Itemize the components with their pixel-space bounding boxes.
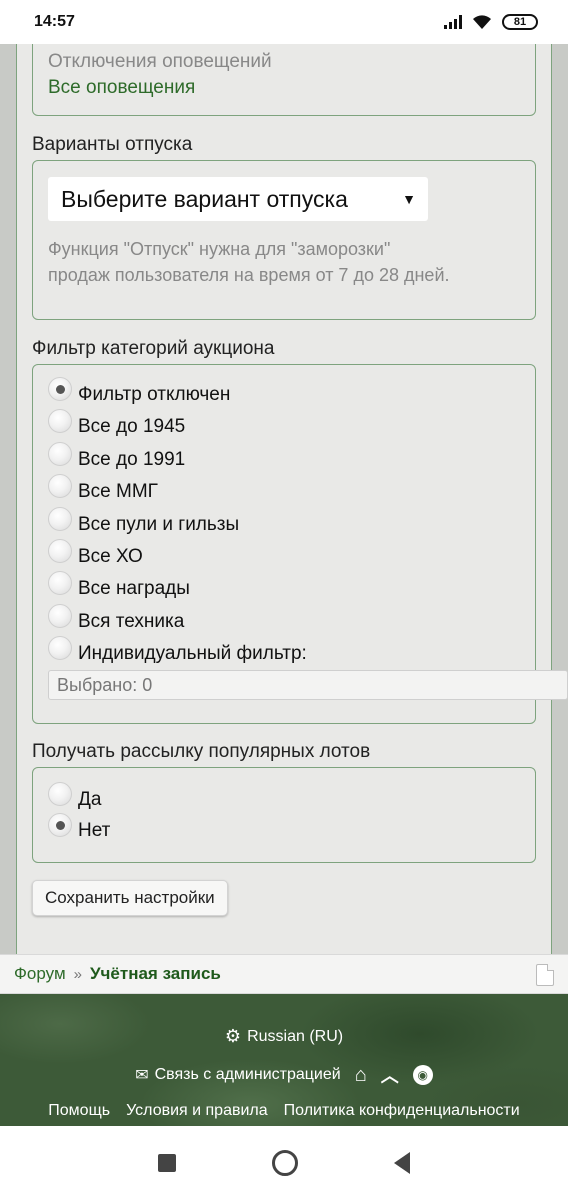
selected-count: Выбрано: 0 [57,674,153,695]
status-time: 14:57 [34,13,75,30]
radio-filter-off[interactable]: Фильтр отключен [48,377,231,406]
radio-button-icon[interactable] [48,539,72,563]
contact-label: Связь с администрацией [154,1066,341,1083]
notifications-fieldset: Отключения оповещений Все оповещения [32,34,536,116]
radio-button-icon[interactable] [48,604,72,628]
radio-button-icon[interactable] [48,636,72,660]
back-icon[interactable] [394,1152,410,1174]
notifications-text: Отключения оповещений [48,51,272,72]
radio-button-icon[interactable] [48,377,72,401]
language-selector[interactable]: ⚙ Russian (RU) [0,1026,568,1047]
rss-icon[interactable]: ◉ [412,1065,433,1085]
settings-page: Отключения оповещений Все оповещения Вар… [0,34,568,982]
radio-label: Все награды [78,578,190,599]
language-label: Russian (RU) [247,1027,344,1045]
vacation-select[interactable]: Выберите вариант отпуска ▼ [48,177,428,221]
radio-button-icon[interactable] [48,409,72,433]
scroll-up-icon[interactable]: ︿ [381,1062,399,1088]
radio-label: Все ХО [78,546,143,567]
privacy-link[interactable]: Политика конфиденциальности [284,1102,520,1120]
page-icon[interactable] [536,964,554,986]
radio-custom-filter[interactable]: Индивидуальный фильтр: [48,636,307,665]
radio-button-icon[interactable] [48,507,72,531]
breadcrumb-forum-link[interactable]: Форум [14,964,66,984]
dropdown-caret-icon: ▼ [402,191,416,207]
radio-vehicles[interactable]: Вся техника [48,604,185,633]
radio-label: Все до 1991 [78,449,186,470]
radio-button-icon[interactable] [48,442,72,466]
footer-bottom-links: Помощь Условия и правила Политика конфид… [0,1102,568,1120]
radio-label: Фильтр отключен [78,384,231,405]
home-icon[interactable]: ⌂ [355,1064,367,1087]
custom-filter-selected-box[interactable]: Выбрано: 0 [48,670,568,700]
home-button-icon[interactable] [272,1150,298,1176]
battery-icon: 81 [502,14,538,30]
battery-level: 81 [513,16,527,28]
breadcrumb-current[interactable]: Учётная запись [90,964,221,984]
save-settings-button[interactable]: Сохранить настройки [32,880,228,916]
system-nav-bar [0,1126,568,1200]
site-footer: ⚙ Russian (RU) ✉ Связь с администрацией … [0,994,568,1126]
help-link[interactable]: Помощь [48,1102,110,1120]
radio-label: Да [78,789,102,810]
newsletter-legend: Получать рассылку популярных лотов [32,741,371,762]
breadcrumb: Форум » Учётная запись [0,954,568,994]
terms-link[interactable]: Условия и правила [126,1102,268,1120]
envelope-icon: ✉ [135,1067,149,1084]
radio-label: Вся техника [78,611,185,632]
radio-label: Все до 1945 [78,416,186,437]
contact-link[interactable]: ✉ Связь с администрацией [135,1065,341,1085]
vacation-hint-line2: продаж пользователя на время от 7 до 28 … [48,265,450,285]
newsletter-fieldset [32,767,536,863]
radio-awards[interactable]: Все награды [48,571,190,600]
wifi-icon [473,15,491,29]
radio-label: Нет [78,820,111,841]
vacation-hint-line1: Функция "Отпуск" нужна для "заморозки" [48,239,391,259]
radio-newsletter-no[interactable]: Нет [48,813,111,842]
radio-button-icon[interactable] [48,474,72,498]
vacation-legend: Варианты отпуска [32,134,193,155]
auction-filter-legend: Фильтр категорий аукциона [32,338,275,359]
recents-icon[interactable] [158,1154,176,1172]
radio-mmg[interactable]: Все ММГ [48,474,158,503]
gear-icon: ⚙ [224,1026,242,1046]
radio-cold-weapons[interactable]: Все ХО [48,539,143,568]
radio-label: Индивидуальный фильтр: [78,643,307,664]
radio-button-icon[interactable] [48,813,72,837]
footer-links-row: ✉ Связь с администрацией ⌂ ︿ ◉ [0,1062,568,1088]
radio-button-icon[interactable] [48,782,72,806]
radio-label: Все пули и гильзы [78,514,240,535]
vacation-hint: Функция "Отпуск" нужна для "заморозки" п… [48,236,528,288]
radio-newsletter-yes[interactable]: Да [48,782,102,811]
breadcrumb-separator: » [73,965,82,983]
radio-before-1991[interactable]: Все до 1991 [48,442,186,471]
signal-icon [444,15,462,29]
all-notifications-link[interactable]: Все оповещения [48,77,195,99]
radio-label: Все ММГ [78,481,158,502]
status-icons: 81 [444,14,538,30]
radio-bullets[interactable]: Все пули и гильзы [48,507,240,536]
vacation-select-value: Выберите вариант отпуска [61,185,348,212]
radio-before-1945[interactable]: Все до 1945 [48,409,186,438]
status-bar: 14:57 81 [0,0,568,44]
radio-button-icon[interactable] [48,571,72,595]
